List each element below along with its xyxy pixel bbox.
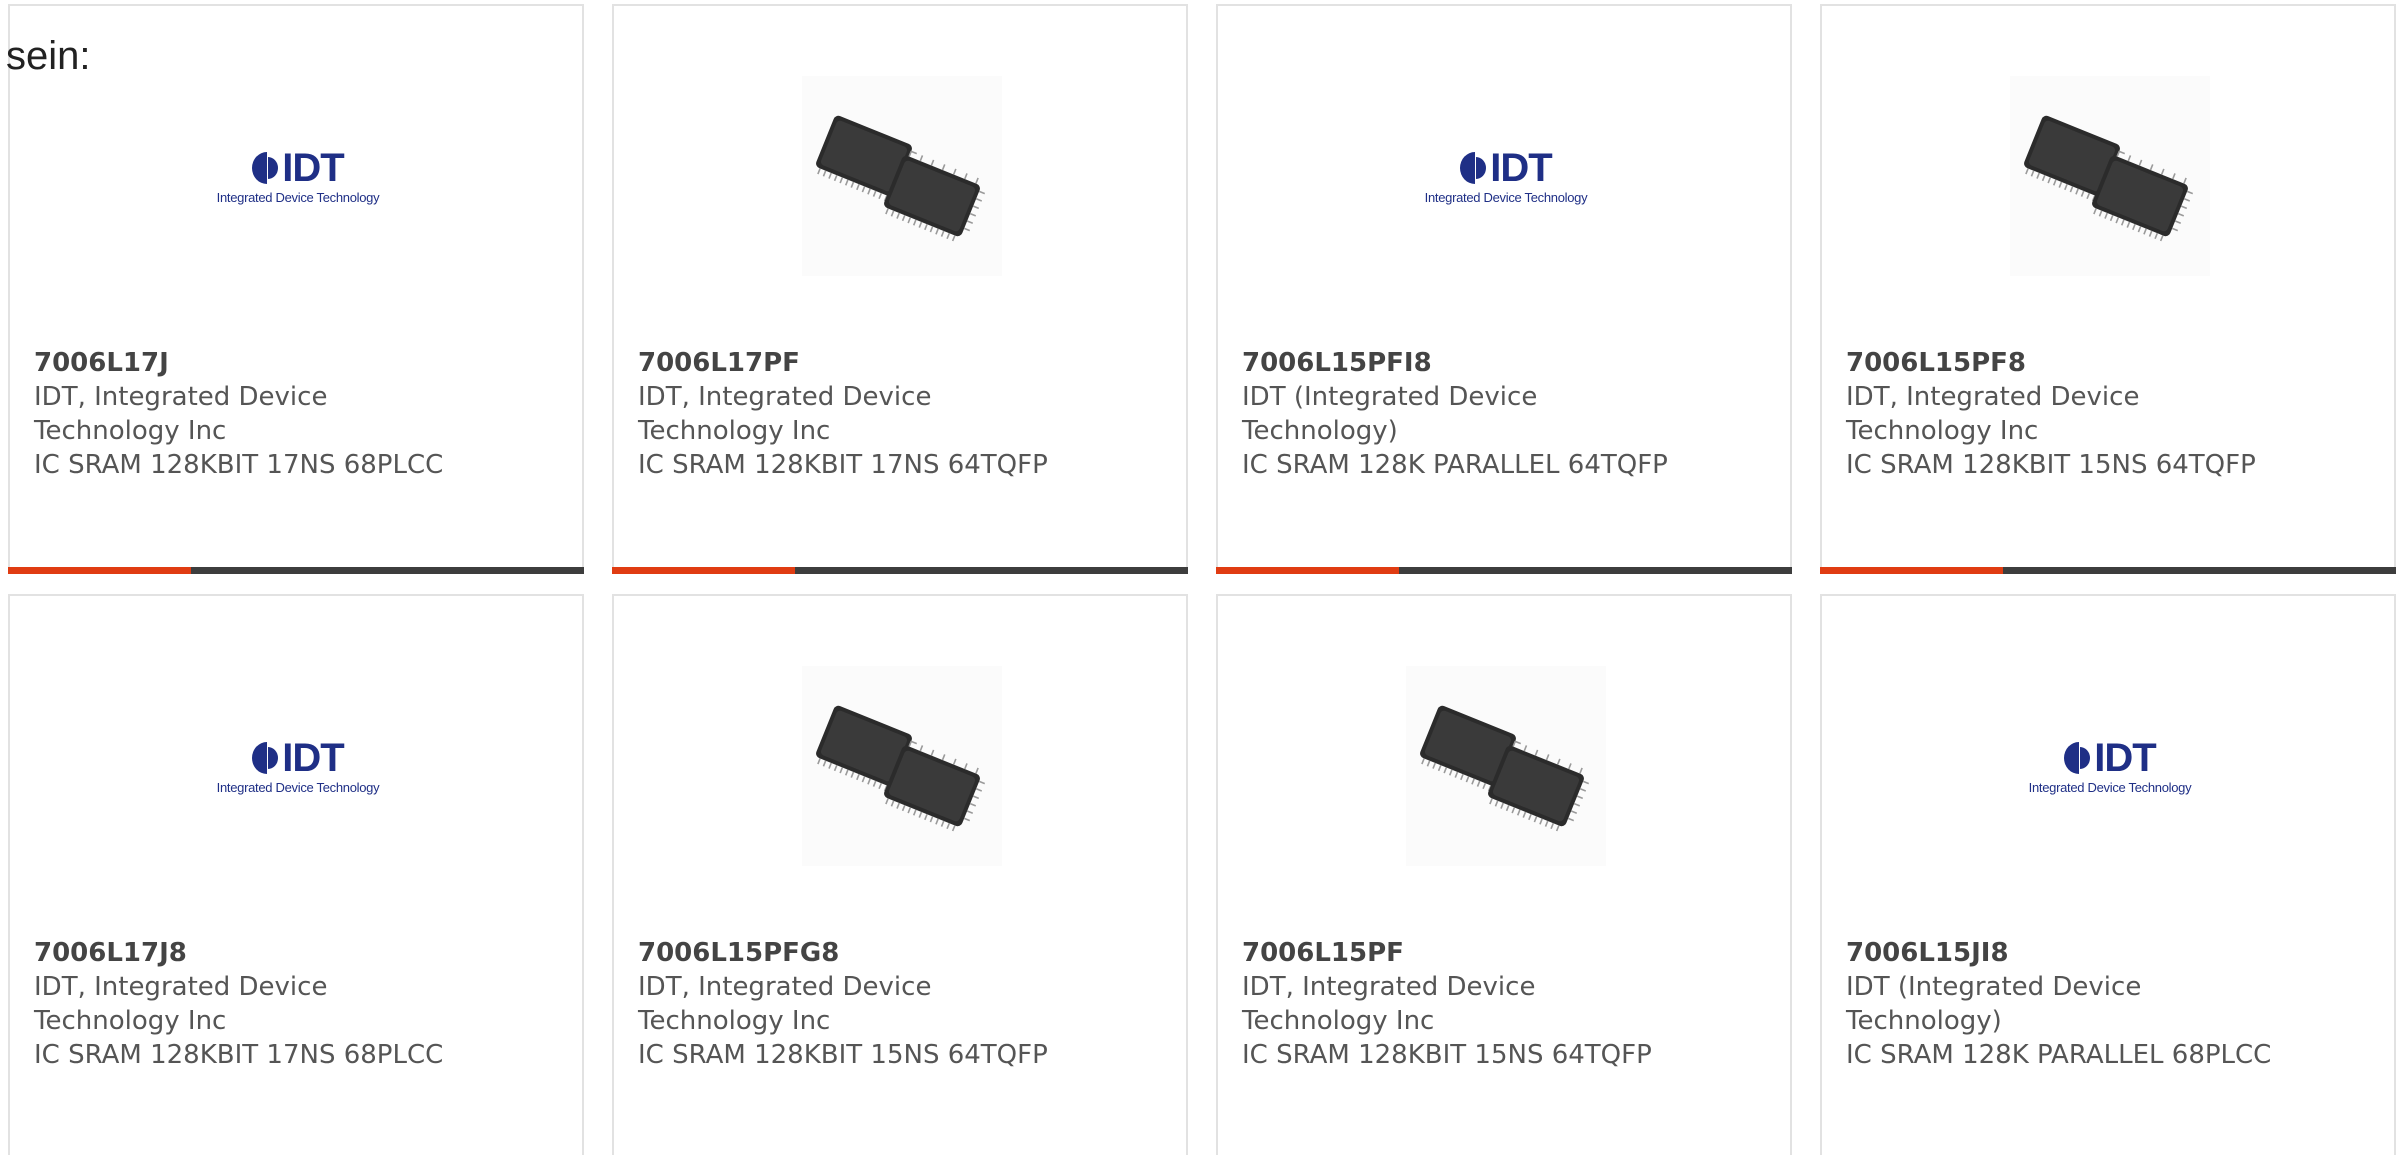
idt-logo-mark-icon: [2064, 741, 2091, 774]
product-manufacturer-line1: IDT (Integrated Device: [1242, 382, 1538, 412]
product-info: 7006L17J8 IDT, Integrated Device Technol…: [34, 936, 554, 1072]
product-info: 7006L15JI8 IDT (Integrated Device Techno…: [1846, 936, 2366, 1072]
product-part-number[interactable]: 7006L17J8: [34, 936, 554, 970]
product-card[interactable]: 7006L15PF IDT, Integrated Device Technol…: [1216, 594, 1792, 1155]
product-part-number[interactable]: 7006L15JI8: [1846, 936, 2366, 970]
product-part-number[interactable]: 7006L15PF8: [1846, 346, 2366, 380]
logo-mark-text: IDT: [2094, 735, 2156, 780]
product-image: IDT Integrated Device Technology: [198, 76, 398, 276]
product-description: IC SRAM 128K PARALLEL 64TQFP: [1242, 450, 1668, 480]
product-description: IC SRAM 128KBIT 17NS 64TQFP: [638, 450, 1048, 480]
product-image: [2010, 76, 2210, 276]
product-description: IC SRAM 128K PARALLEL 68PLCC: [1846, 1040, 2272, 1070]
tqfp-chips-icon: [1406, 666, 1606, 866]
card-accent-bar: [1216, 567, 1399, 574]
product-part-number[interactable]: 7006L15PFI8: [1242, 346, 1762, 380]
product-manufacturer-line2: Technology Inc: [638, 416, 831, 446]
tqfp-chips-icon: [802, 666, 1002, 866]
product-card[interactable]: IDT Integrated Device Technology 7006L17…: [8, 594, 584, 1155]
product-image: IDT Integrated Device Technology: [1406, 76, 1606, 276]
product-grid-page: sein: IDT Integrated Device Technology 7…: [0, 0, 2400, 1155]
product-manufacturer-line1: IDT (Integrated Device: [1846, 972, 2142, 1002]
product-card[interactable]: 7006L17PF IDT, Integrated Device Technol…: [612, 4, 1188, 574]
card-accent-bar: [612, 567, 795, 574]
product-manufacturer-line1: IDT, Integrated Device: [34, 382, 328, 412]
product-description: IC SRAM 128KBIT 15NS 64TQFP: [1242, 1040, 1652, 1070]
product-manufacturer-line2: Technology Inc: [34, 1006, 227, 1036]
idt-logo-mark-icon: [1460, 151, 1487, 184]
logo-mark-text: IDT: [1490, 145, 1552, 190]
product-part-number[interactable]: 7006L15PF: [1242, 936, 1762, 970]
product-image: [802, 666, 1002, 866]
card-accent-bar: [1820, 567, 2003, 574]
product-description: IC SRAM 128KBIT 15NS 64TQFP: [638, 1040, 1048, 1070]
product-info: 7006L15PFG8 IDT, Integrated Device Techn…: [638, 936, 1158, 1072]
product-image: [802, 76, 1002, 276]
product-image: IDT Integrated Device Technology: [2010, 666, 2210, 866]
logo-tagline: Integrated Device Technology: [1424, 189, 1588, 205]
product-card[interactable]: IDT Integrated Device Technology 7006L17…: [8, 4, 584, 574]
product-manufacturer-line1: IDT, Integrated Device: [1846, 382, 2140, 412]
product-image: IDT Integrated Device Technology: [198, 666, 398, 866]
product-card[interactable]: 7006L15PFG8 IDT, Integrated Device Techn…: [612, 594, 1188, 1155]
product-manufacturer-line2: Technology Inc: [1846, 416, 2039, 446]
idt-logo: IDT Integrated Device Technology: [198, 148, 398, 205]
product-part-number[interactable]: 7006L17J: [34, 346, 554, 380]
product-info: 7006L15PFI8 IDT (Integrated Device Techn…: [1242, 346, 1762, 482]
product-card[interactable]: IDT Integrated Device Technology 7006L15…: [1216, 4, 1792, 574]
idt-logo: IDT Integrated Device Technology: [2010, 738, 2210, 795]
product-manufacturer-line2: Technology): [1846, 1006, 2002, 1036]
product-manufacturer-line2: Technology Inc: [638, 1006, 831, 1036]
idt-logo: IDT Integrated Device Technology: [1406, 148, 1606, 205]
idt-logo: IDT Integrated Device Technology: [198, 738, 398, 795]
tqfp-chips-icon: [802, 76, 1002, 276]
product-info: 7006L17PF IDT, Integrated Device Technol…: [638, 346, 1158, 482]
product-part-number[interactable]: 7006L17PF: [638, 346, 1158, 380]
product-manufacturer-line2: Technology Inc: [1242, 1006, 1435, 1036]
product-part-number[interactable]: 7006L15PFG8: [638, 936, 1158, 970]
product-manufacturer-line1: IDT, Integrated Device: [1242, 972, 1536, 1002]
logo-tagline: Integrated Device Technology: [216, 779, 380, 795]
product-description: IC SRAM 128KBIT 17NS 68PLCC: [34, 1040, 444, 1070]
product-manufacturer-line1: IDT, Integrated Device: [638, 382, 932, 412]
product-image: [1406, 666, 1606, 866]
logo-mark-text: IDT: [282, 735, 344, 780]
product-manufacturer-line1: IDT, Integrated Device: [638, 972, 932, 1002]
card-bottom-bar: [8, 567, 584, 574]
product-manufacturer-line2: Technology Inc: [34, 416, 227, 446]
product-description: IC SRAM 128KBIT 15NS 64TQFP: [1846, 450, 2256, 480]
product-card[interactable]: 7006L15PF8 IDT, Integrated Device Techno…: [1820, 4, 2396, 574]
card-bottom-bar: [1216, 567, 1792, 574]
product-description: IC SRAM 128KBIT 17NS 68PLCC: [34, 450, 444, 480]
card-bottom-bar: [612, 567, 1188, 574]
product-info: 7006L15PF IDT, Integrated Device Technol…: [1242, 936, 1762, 1072]
idt-logo-mark-icon: [252, 741, 279, 774]
logo-mark-text: IDT: [282, 145, 344, 190]
product-info: 7006L17J IDT, Integrated Device Technolo…: [34, 346, 554, 482]
card-accent-bar: [8, 567, 191, 574]
product-manufacturer-line2: Technology): [1242, 416, 1398, 446]
intro-text: sein:: [6, 34, 91, 78]
card-bottom-bar: [1820, 567, 2396, 574]
product-manufacturer-line1: IDT, Integrated Device: [34, 972, 328, 1002]
logo-tagline: Integrated Device Technology: [2028, 779, 2192, 795]
product-info: 7006L15PF8 IDT, Integrated Device Techno…: [1846, 346, 2366, 482]
idt-logo-mark-icon: [252, 151, 279, 184]
logo-tagline: Integrated Device Technology: [216, 189, 380, 205]
product-card[interactable]: IDT Integrated Device Technology 7006L15…: [1820, 594, 2396, 1155]
tqfp-chips-icon: [2010, 76, 2210, 276]
